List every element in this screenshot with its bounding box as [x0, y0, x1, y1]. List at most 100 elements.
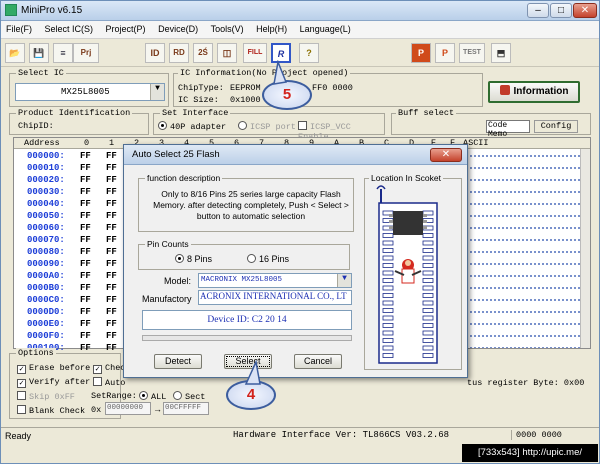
hex-byte[interactable]: FF: [80, 211, 91, 221]
chevron-down-icon[interactable]: ▼: [150, 84, 164, 100]
hex-address: 0000A0:: [27, 271, 65, 281]
config-icon[interactable]: ⬒: [491, 43, 511, 63]
save-project-icon[interactable]: Prj: [73, 43, 99, 63]
pin8-label: 8 Pins: [187, 254, 213, 264]
menu-tools[interactable]: Tools(V): [206, 21, 249, 34]
hex-byte[interactable]: FF: [106, 175, 117, 185]
read-icon[interactable]: RD: [169, 43, 189, 63]
read-id-icon[interactable]: ID: [145, 43, 165, 63]
hex-scrollbar[interactable]: [580, 149, 590, 348]
range-to-input[interactable]: 00CFFFFF: [163, 402, 209, 415]
hex-byte[interactable]: FF: [106, 271, 117, 281]
load-icon[interactable]: ≡: [53, 43, 73, 63]
hex-byte[interactable]: FF: [106, 187, 117, 197]
chip-type-value: EEPROM: [230, 83, 261, 93]
hex-byte[interactable]: FF: [80, 235, 91, 245]
hex-byte[interactable]: FF: [106, 283, 117, 293]
pin16-radio[interactable]: 16 Pins: [247, 254, 289, 264]
erase-before-label: Erase before: [29, 363, 91, 373]
skip-ff-checkbox[interactable]: Skip 0xFF: [17, 391, 75, 402]
select-ic-combo[interactable]: MX25L8005 ▼: [15, 83, 165, 101]
hex-byte[interactable]: FF: [106, 211, 117, 221]
interface-40p-radio[interactable]: 40P adapter: [158, 121, 226, 132]
config-tab[interactable]: Config: [534, 120, 578, 133]
erase-before-checkbox[interactable]: ✓ Erase before: [17, 363, 90, 374]
hex-byte[interactable]: FF: [106, 199, 117, 209]
hex-byte[interactable]: FF: [80, 307, 91, 317]
minimize-button[interactable]: –: [527, 3, 549, 18]
hex-address: 0000E0:: [27, 319, 65, 329]
blank-check-icon[interactable]: ◫: [217, 43, 237, 63]
code-memo-tab[interactable]: Code Memo: [486, 120, 530, 139]
checkbox-icon: [93, 377, 102, 386]
hex-byte[interactable]: FF: [106, 223, 117, 233]
hex-byte[interactable]: FF: [80, 331, 91, 341]
auto-checkbox[interactable]: Auto: [93, 377, 125, 388]
hex-byte[interactable]: FF: [80, 295, 91, 305]
hex-col: 1: [109, 138, 115, 148]
hex-byte[interactable]: FF: [80, 319, 91, 329]
test-icon[interactable]: TEST: [459, 43, 485, 63]
hex-byte[interactable]: FF: [106, 151, 117, 161]
hex-byte[interactable]: FF: [106, 247, 117, 257]
interface-icsp-radio[interactable]: ICSP port: [238, 121, 296, 132]
cancel-button[interactable]: Cancel: [294, 354, 342, 369]
window-title: MiniPro v6.15: [21, 5, 83, 16]
checkbox-icon: [17, 391, 26, 400]
buff-select-label: Buff select: [396, 108, 457, 118]
menu-project[interactable]: Project(P): [101, 21, 151, 34]
detect-button[interactable]: Detect: [154, 354, 202, 369]
check-id-checkbox[interactable]: ✓ Chec: [93, 363, 125, 374]
range-all-radio[interactable]: ALL: [139, 391, 166, 402]
hex-byte[interactable]: FF: [80, 247, 91, 257]
hex-byte[interactable]: FF: [80, 223, 91, 233]
blank-check-checkbox[interactable]: Blank Check: [17, 405, 85, 416]
hex-byte[interactable]: FF: [106, 331, 117, 341]
menu-device[interactable]: Device(D): [153, 21, 203, 34]
hex-byte[interactable]: FF: [106, 235, 117, 245]
help-icon[interactable]: ?: [299, 43, 319, 63]
dialog-close-button[interactable]: ✕: [430, 148, 462, 162]
information-button[interactable]: Information: [488, 81, 580, 103]
hex-byte[interactable]: FF: [80, 271, 91, 281]
info-icon: [499, 85, 510, 95]
menu-language[interactable]: Language(L): [295, 21, 356, 34]
maximize-button[interactable]: □: [550, 3, 572, 18]
hex-byte[interactable]: FF: [106, 259, 117, 269]
hex-byte[interactable]: FF: [80, 283, 91, 293]
radio-icon: [238, 121, 247, 130]
range-sect-radio[interactable]: Sect: [173, 391, 205, 402]
buff-select-group: Buff select Code Memo Config: [391, 108, 591, 139]
hex-byte[interactable]: FF: [106, 307, 117, 317]
ascii-column: [457, 150, 582, 348]
manufactory-value: ACRONIX INTERNATIONAL CO., LT: [198, 290, 352, 305]
select-ic-value: MX25L8005: [61, 87, 110, 97]
verify-after-checkbox[interactable]: ✓ Verify after: [17, 377, 90, 388]
pin8-radio[interactable]: 8 Pins: [175, 254, 212, 264]
hex-byte[interactable]: FF: [80, 187, 91, 197]
menu-help[interactable]: Help(H): [251, 21, 292, 34]
menu-select-ic[interactable]: Select IC(S): [40, 21, 99, 34]
open-icon[interactable]: 📂: [5, 43, 25, 63]
model-combo[interactable]: MACRONIX MX25L8005 ▼: [198, 273, 352, 288]
menu-file[interactable]: File(F): [1, 21, 37, 34]
protect-icon[interactable]: P: [435, 43, 455, 63]
project-mode-icon[interactable]: P: [411, 43, 431, 63]
hex-address: 0000B0:: [27, 283, 65, 293]
hex-byte[interactable]: FF: [80, 259, 91, 269]
hex-byte[interactable]: FF: [80, 175, 91, 185]
save-icon[interactable]: 💾: [29, 43, 49, 63]
range-from-input[interactable]: 00000000: [105, 402, 151, 415]
hex-byte[interactable]: FF: [80, 199, 91, 209]
hex-byte[interactable]: FF: [106, 295, 117, 305]
chevron-down-icon[interactable]: ▼: [337, 274, 351, 287]
progress-bar: [142, 335, 352, 341]
close-button[interactable]: ✕: [573, 3, 597, 18]
hex-byte[interactable]: FF: [80, 151, 91, 161]
hex-byte[interactable]: FF: [106, 163, 117, 173]
verify-icon[interactable]: 2Ś: [193, 43, 213, 63]
hex-byte[interactable]: FF: [106, 319, 117, 329]
hex-byte[interactable]: FF: [106, 343, 117, 353]
hex-byte[interactable]: FF: [80, 343, 91, 353]
hex-byte[interactable]: FF: [80, 163, 91, 173]
